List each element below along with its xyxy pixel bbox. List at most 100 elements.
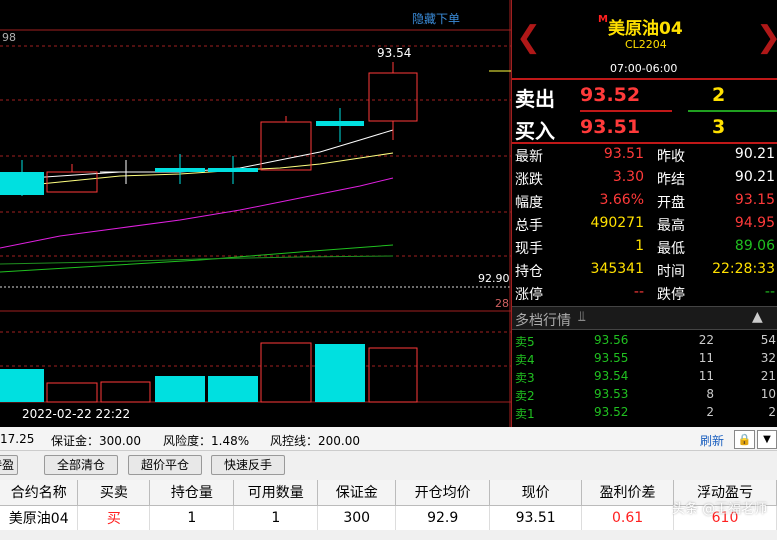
ask-volume: 2 (712, 84, 726, 106)
margin-value: 保证金：300.00 (51, 434, 141, 448)
volume-bar (208, 376, 258, 402)
stat-row: 持仓 345341 时间 22:28:33 (512, 259, 777, 282)
depth-volume: 8 (706, 387, 714, 401)
depth-volume-2: 32 (760, 351, 776, 365)
depth-price: 93.55 (594, 351, 629, 365)
quick-reverse-button[interactable]: 快速反手 (211, 455, 285, 475)
cell-side: 买 (77, 505, 151, 530)
contract-name: 美原油04 (608, 19, 683, 39)
bid-label: 买入 (515, 119, 555, 143)
stat-label: 开盘 (657, 195, 685, 211)
depth-price: 93.53 (594, 387, 629, 401)
close-all-button[interactable]: 全部清仓 (44, 455, 118, 475)
account-summary: 17.25 保证金：300.00 风险度：1.48% 风控线：200.00 刷新… (0, 427, 777, 451)
stat-label: 最高 (657, 218, 685, 234)
stat-value: 93.15 (734, 192, 775, 208)
volume-bar (0, 369, 44, 402)
market-close-button[interactable]: 超价平仓 (128, 455, 202, 475)
stat-value: 490271 (590, 215, 644, 231)
column-header[interactable]: 开仓均价 (395, 480, 491, 506)
volume-bar (315, 344, 365, 402)
refresh-button[interactable]: 刷新 (700, 432, 724, 449)
depth-volume: 11 (698, 351, 714, 365)
high-price-label: 93.54 (377, 46, 412, 60)
axis-volume-label: 28 (495, 297, 509, 310)
hide-order-link[interactable]: 隐藏下单 (412, 10, 460, 27)
depth-price: 93.54 (594, 369, 629, 383)
depth-volume-2: 54 (760, 333, 776, 347)
stat-label: 跌停 (657, 287, 685, 303)
bid-price: 93.51 (580, 116, 641, 138)
depth-volume: 11 (698, 369, 714, 383)
stat-value: -- (764, 284, 775, 300)
volume-bar (100, 381, 151, 403)
stat-value: 345341 (590, 261, 644, 277)
stat-label: 昨结 (657, 172, 685, 188)
depth-header[interactable]: 多档行情 ⫫ ▲ (512, 306, 777, 330)
balance-value: 17.25 (0, 432, 35, 446)
column-header[interactable]: 买卖 (77, 480, 151, 506)
tab-position[interactable]: 持盈 (0, 455, 18, 475)
lock-icon[interactable]: 🔒 (734, 430, 755, 449)
stat-label: 昨收 (657, 149, 685, 165)
depth-volume: 22 (698, 333, 714, 347)
stat-label: 持仓 (515, 264, 543, 280)
volume-bar (155, 376, 205, 402)
column-header[interactable]: 持仓量 (149, 480, 235, 506)
depth-level: 卖1 (515, 407, 535, 421)
stat-value: 3.66% (599, 192, 644, 208)
watermark-text: 头条 @王福老师 (672, 502, 768, 517)
column-header[interactable]: 保证金 (317, 480, 397, 506)
cell-position: 1 (149, 505, 235, 530)
column-header[interactable]: 盈利价差 (581, 480, 675, 506)
stat-value: 1 (635, 238, 644, 254)
stat-label: 最新 (515, 149, 543, 165)
ask-row[interactable]: 卖出 93.52 2 (512, 80, 777, 111)
depth-row[interactable]: 卖5 93.56 22 54 (512, 332, 777, 350)
stat-row: 现手 1 最低 89.06 (512, 236, 777, 259)
depth-price: 93.52 (594, 405, 629, 419)
table-row[interactable]: 美原油04 买 1 1 300 92.9 93.51 0.61 610 (0, 505, 777, 530)
stat-value: -- (633, 284, 644, 300)
axis-price-label: 98 (2, 31, 16, 44)
depth-row[interactable]: 卖3 93.54 11 21 (512, 368, 777, 386)
column-header[interactable]: 合约名称 (0, 480, 79, 506)
cell-margin: 300 (317, 505, 397, 530)
stat-label: 现手 (515, 241, 543, 257)
chevron-right-icon[interactable]: ❯ (756, 20, 777, 55)
stat-label: 总手 (515, 218, 543, 234)
bid-row[interactable]: 买入 93.51 3 (512, 112, 777, 143)
trade-panel: 17.25 保证金：300.00 风险度：1.48% 风控线：200.00 刷新… (0, 427, 777, 540)
depth-price: 93.56 (594, 333, 629, 347)
double-chevron-down-icon[interactable]: ⫫ (578, 309, 586, 325)
ma-magenta-line (0, 177, 394, 249)
quote-panel: ❮ ❯ M 美原油04 CL2204 07:00-06:00 卖出 93.52 … (511, 0, 777, 427)
stat-label: 涨跌 (515, 172, 543, 188)
column-header[interactable]: 可用数量 (233, 480, 319, 506)
stat-value: 90.21 (734, 169, 775, 185)
stat-value: 94.95 (734, 215, 775, 231)
ask-label: 卖出 (515, 87, 555, 111)
volume-bar (368, 347, 418, 403)
candlestick-chart[interactable]: 隐藏下单 98 93.54 92.90 28 2022-02-22 22:22 (0, 0, 511, 427)
chevron-up-icon[interactable]: ▲ (752, 309, 763, 325)
ma-green-line (0, 244, 394, 273)
depth-level: 卖4 (515, 353, 535, 367)
column-header[interactable]: 现价 (489, 480, 583, 506)
depth-level: 卖3 (515, 371, 535, 385)
chart-canvas[interactable] (0, 0, 511, 427)
cell-open-price: 92.9 (395, 505, 491, 530)
depth-row[interactable]: 卖2 93.53 8 10 (512, 386, 777, 404)
depth-row[interactable]: 卖4 93.55 11 32 (512, 350, 777, 368)
risk-line-value: 风控线：200.00 (270, 434, 360, 448)
depth-row[interactable]: 卖1 93.52 2 2 (512, 404, 777, 422)
stat-value: 22:28:33 (712, 261, 775, 277)
risk-value: 风险度：1.48% (163, 434, 250, 448)
cell-profit-spread: 0.61 (581, 505, 675, 530)
depth-volume: 2 (706, 405, 714, 419)
chevron-down-icon[interactable]: ▼ (757, 430, 777, 449)
chevron-left-icon[interactable]: ❮ (516, 20, 541, 55)
depth-volume-2: 21 (760, 369, 776, 383)
stat-row: 最新 93.51 昨收 90.21 (512, 144, 777, 167)
crosshair-time-label: 2022-02-22 22:22 (22, 407, 131, 421)
